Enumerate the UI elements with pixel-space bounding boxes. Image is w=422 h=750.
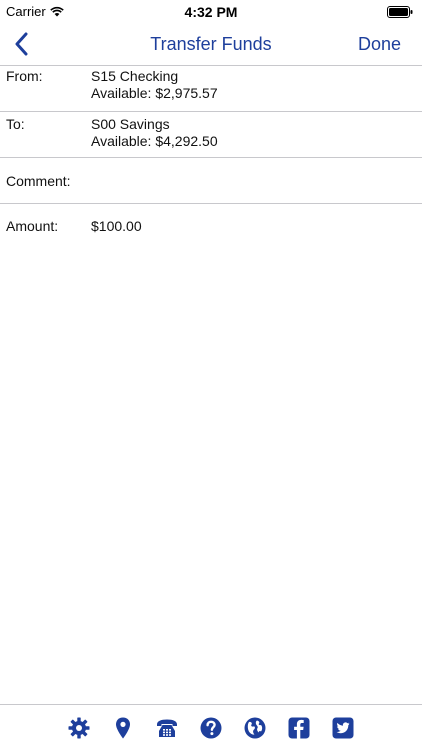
transfer-form: From: S15 Checking Available: $2,975.57 … (0, 66, 422, 250)
to-account-name: S00 Savings (91, 116, 170, 132)
bottom-toolbar (0, 704, 422, 750)
battery-icon (387, 6, 413, 18)
from-account-name: S15 Checking (91, 68, 179, 84)
done-button[interactable]: Done (358, 34, 401, 55)
telephone-icon (157, 719, 177, 737)
comment-label: Comment: (6, 173, 71, 189)
twitter-icon (332, 717, 354, 738)
website-button[interactable] (233, 708, 277, 748)
to-label: To: (6, 116, 25, 132)
amount-label: Amount: (6, 218, 59, 234)
twitter-button[interactable] (321, 708, 365, 748)
gear-icon (68, 717, 90, 738)
amount-field[interactable]: $100.00 (91, 218, 142, 235)
globe-icon (244, 717, 266, 738)
facebook-button[interactable] (277, 708, 321, 748)
from-label: From: (6, 68, 43, 84)
to-account-available: Available: $4,292.50 (91, 133, 218, 149)
settings-button[interactable] (57, 708, 101, 748)
status-time: 4:32 PM (184, 4, 238, 20)
to-account-value: S00 Savings Available: $4,292.50 (91, 116, 218, 150)
amount-row[interactable]: Amount: $100.00 (0, 204, 422, 250)
navigation-bar: Transfer Funds Done (0, 24, 422, 66)
status-bar: Carrier 4:32 PM (0, 0, 422, 24)
from-account-row[interactable]: From: S15 Checking Available: $2,975.57 (0, 66, 422, 112)
from-account-value: S15 Checking Available: $2,975.57 (91, 68, 218, 102)
comment-row[interactable]: Comment: (0, 158, 422, 204)
contact-button[interactable] (145, 708, 189, 748)
locations-button[interactable] (101, 708, 145, 748)
to-account-row[interactable]: To: S00 Savings Available: $4,292.50 (0, 112, 422, 158)
from-account-available: Available: $2,975.57 (91, 85, 218, 101)
help-icon (200, 717, 222, 738)
map-pin-icon (116, 717, 130, 738)
facebook-icon (288, 717, 310, 738)
help-button[interactable] (189, 708, 233, 748)
